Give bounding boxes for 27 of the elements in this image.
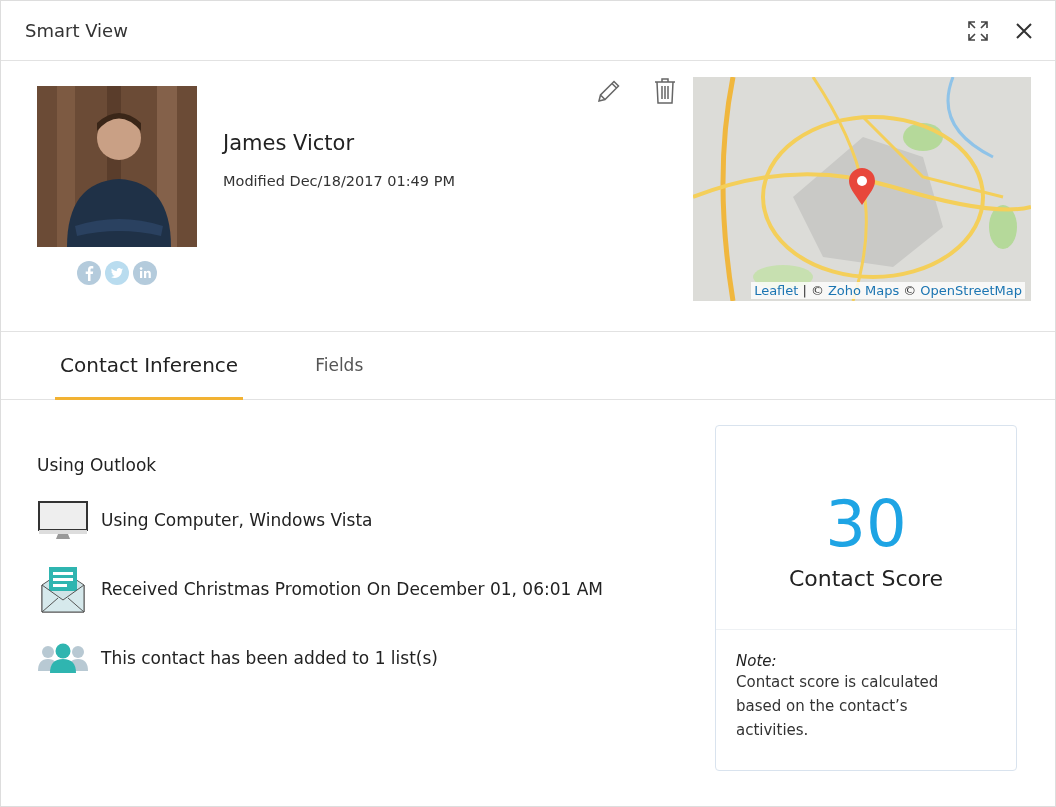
expand-icon xyxy=(967,19,989,42)
activity-text: Received Christmas Promotion On December 01, 06:01 AM xyxy=(101,578,603,599)
contact-name: James Victor xyxy=(223,131,356,155)
score-label: Contact Score xyxy=(788,566,944,591)
expand-button[interactable] xyxy=(967,19,989,42)
score-value: 30 xyxy=(825,492,907,556)
people-icon xyxy=(37,642,89,673)
close-button[interactable] xyxy=(1015,21,1033,40)
section-heading: Using Outlook xyxy=(37,455,158,477)
activity-text: Using Computer, Windows Vista xyxy=(101,509,373,530)
tab[interactable]: Contact Inference xyxy=(55,332,244,400)
map-pin-icon xyxy=(848,168,876,206)
attribution-text: © xyxy=(903,283,917,298)
modified-date: Modified Dec/18/2017 01:49 PM xyxy=(223,173,456,189)
activity-text: This contact has been added to 1 list(s) xyxy=(101,647,438,668)
trash-icon xyxy=(653,77,677,105)
note-title: Note: xyxy=(736,652,778,670)
note-text: Contact score is calculated based on the contact’s activities. xyxy=(736,672,940,741)
window-title: Smart View xyxy=(25,20,129,41)
attribution-link[interactable]: Leaflet xyxy=(754,283,799,298)
delete-button[interactable] xyxy=(653,77,677,105)
close-icon xyxy=(1015,21,1033,40)
attribution-link[interactable]: Zoho Maps xyxy=(827,283,900,298)
attribution-text: | © xyxy=(802,283,824,298)
tab[interactable]: Fields xyxy=(265,332,414,400)
computer-icon xyxy=(37,499,89,540)
attribution-link[interactable]: OpenStreetMap xyxy=(920,283,1022,298)
